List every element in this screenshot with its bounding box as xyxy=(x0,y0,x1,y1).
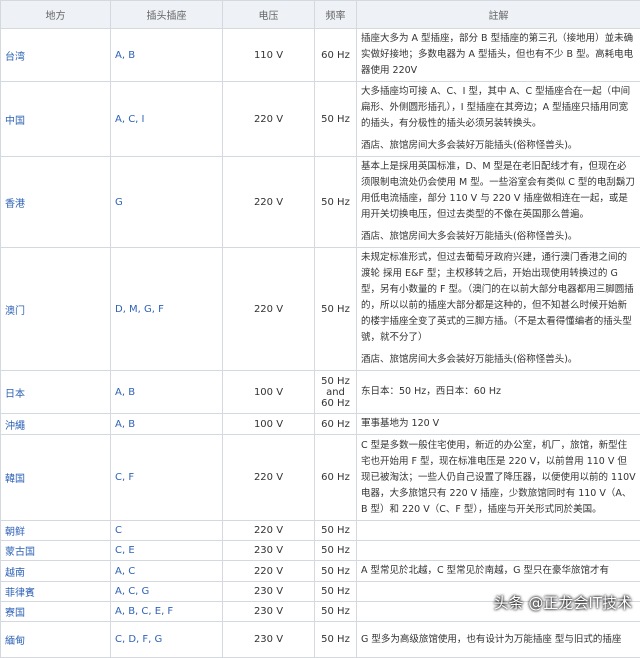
cell-voltage: 230 V xyxy=(223,541,315,561)
cell-plugs: A, B xyxy=(111,414,223,435)
cell-frequency: 50 Hz xyxy=(315,582,357,602)
cell-notes xyxy=(357,521,640,541)
cell-notes: 基本上是採用英国标准，D、M 型是在老旧配线才有，但现在必须限制电流处仍会使用 … xyxy=(357,157,640,248)
note-paragraph: 大多插座均可接 A、C、I 型，其中 A、C 型插座合在一起（中间扁形、外侧圆形… xyxy=(361,84,636,132)
cell-frequency: 50 Hz xyxy=(315,521,357,541)
header-plugs: 插头插座 xyxy=(111,1,223,29)
table-row: 沖繩A, B100 V60 Hz軍事基地为 120 V xyxy=(1,414,640,435)
table-row: 香港G220 V50 Hz基本上是採用英国标准，D、M 型是在老旧配线才有，但现… xyxy=(1,157,640,248)
table-row: 蒙古国C, E230 V50 Hz xyxy=(1,541,640,561)
cell-frequency: 50 Hz xyxy=(315,622,357,658)
note-paragraph: G 型多为高级旅馆使用，也有设计为万能插座 型与旧式的插座 xyxy=(361,632,636,648)
note-paragraph: 酒店、旅馆房间大多会装好万能插头(俗称怪兽头)。 xyxy=(361,138,636,154)
table-row: 朝鲜C220 V50 Hz xyxy=(1,521,640,541)
cell-voltage: 230 V xyxy=(223,582,315,602)
cell-voltage: 110 V xyxy=(223,29,315,82)
watermark: 头条 @正龙会IT技术 xyxy=(494,592,632,613)
note-paragraph: 基本上是採用英国标准，D、M 型是在老旧配线才有，但现在必须限制电流处仍会使用 … xyxy=(361,159,636,223)
cell-voltage: 220 V xyxy=(223,248,315,371)
note-paragraph: 插座大多为 A 型插座，部分 B 型插座的第三孔（接地用）並未确实做好接地；多数… xyxy=(361,31,636,79)
cell-plugs: A, C, G xyxy=(111,582,223,602)
table-row: 韓国C, F220 V60 HzC 型是多数一般住宅使用，新近的办公室，机厂，旅… xyxy=(1,435,640,521)
cell-place: 台湾 xyxy=(1,29,111,82)
cell-frequency: 50 Hz xyxy=(315,602,357,622)
cell-notes: 軍事基地为 120 V xyxy=(357,414,640,435)
cell-place: 越南 xyxy=(1,561,111,582)
cell-notes: 插座大多为 A 型插座，部分 B 型插座的第三孔（接地用）並未确实做好接地；多数… xyxy=(357,29,640,82)
cell-place: 韓国 xyxy=(1,435,111,521)
cell-voltage: 220 V xyxy=(223,435,315,521)
cell-place: 日本 xyxy=(1,371,111,414)
cell-plugs: A, B, C, E, F xyxy=(111,602,223,622)
plug-table: 地方 插头插座 电压 频率 註解 台湾A, B110 V60 Hz插座大多为 A… xyxy=(0,0,640,658)
header-place: 地方 xyxy=(1,1,111,29)
cell-plugs: A, B xyxy=(111,29,223,82)
note-paragraph: 未规定标准形式，但过去葡萄牙政府兴建，通行澳门香港之间的渡轮 採用 E&F 型；… xyxy=(361,250,636,346)
note-paragraph: C 型是多数一般住宅使用，新近的办公室，机厂，旅馆，新型住宅也开始用 F 型，现… xyxy=(361,438,636,518)
cell-voltage: 230 V xyxy=(223,622,315,658)
header-frequency: 频率 xyxy=(315,1,357,29)
cell-place: 朝鲜 xyxy=(1,521,111,541)
cell-voltage: 220 V xyxy=(223,521,315,541)
cell-plugs: C, E xyxy=(111,541,223,561)
cell-plugs: G xyxy=(111,157,223,248)
table-row: 緬甸C, D, F, G230 V50 HzG 型多为高级旅馆使用，也有设计为万… xyxy=(1,622,640,658)
cell-frequency: 50 Hz xyxy=(315,82,357,157)
cell-plugs: A, C xyxy=(111,561,223,582)
table-header-row: 地方 插头插座 电压 频率 註解 xyxy=(1,1,640,29)
cell-voltage: 100 V xyxy=(223,414,315,435)
cell-frequency: 50 Hz xyxy=(315,561,357,582)
header-notes: 註解 xyxy=(357,1,640,29)
table-body: 台湾A, B110 V60 Hz插座大多为 A 型插座，部分 B 型插座的第三孔… xyxy=(1,29,640,658)
cell-frequency: 50 Hz xyxy=(315,157,357,248)
cell-place: 寮国 xyxy=(1,602,111,622)
cell-plugs: C, F xyxy=(111,435,223,521)
cell-voltage: 230 V xyxy=(223,602,315,622)
cell-plugs: A, B xyxy=(111,371,223,414)
cell-voltage: 220 V xyxy=(223,157,315,248)
note-paragraph: A 型常见於北越，C 型常见於南越，G 型只在豪华旅馆才有 xyxy=(361,563,636,579)
cell-plugs: C, D, F, G xyxy=(111,622,223,658)
cell-voltage: 100 V xyxy=(223,371,315,414)
cell-plugs: A, C, I xyxy=(111,82,223,157)
cell-notes xyxy=(357,541,640,561)
cell-notes: 未规定标准形式，但过去葡萄牙政府兴建，通行澳门香港之间的渡轮 採用 E&F 型；… xyxy=(357,248,640,371)
cell-frequency: 50 Hz xyxy=(315,541,357,561)
table-row: 中国A, C, I220 V50 Hz大多插座均可接 A、C、I 型，其中 A、… xyxy=(1,82,640,157)
cell-place: 菲律賓 xyxy=(1,582,111,602)
cell-plugs: C xyxy=(111,521,223,541)
cell-frequency: 50 Hz and 60 Hz xyxy=(315,371,357,414)
cell-frequency: 60 Hz xyxy=(315,414,357,435)
note-paragraph: 酒店、旅馆房间大多会装好万能插头(俗称怪兽头)。 xyxy=(361,229,636,245)
table-row: 台湾A, B110 V60 Hz插座大多为 A 型插座，部分 B 型插座的第三孔… xyxy=(1,29,640,82)
cell-place: 中国 xyxy=(1,82,111,157)
cell-plugs: D, M, G, F xyxy=(111,248,223,371)
cell-notes: G 型多为高级旅馆使用，也有设计为万能插座 型与旧式的插座 xyxy=(357,622,640,658)
cell-notes: C 型是多数一般住宅使用，新近的办公室，机厂，旅馆，新型住宅也开始用 F 型，现… xyxy=(357,435,640,521)
note-paragraph: 軍事基地为 120 V xyxy=(361,416,636,432)
table-row: 越南A, C220 V50 HzA 型常见於北越，C 型常见於南越，G 型只在豪… xyxy=(1,561,640,582)
cell-place: 沖繩 xyxy=(1,414,111,435)
cell-notes: A 型常见於北越，C 型常见於南越，G 型只在豪华旅馆才有 xyxy=(357,561,640,582)
cell-frequency: 50 Hz xyxy=(315,248,357,371)
cell-voltage: 220 V xyxy=(223,82,315,157)
table-row: 日本A, B100 V50 Hz and 60 Hz东日本：50 Hz，西日本：… xyxy=(1,371,640,414)
cell-notes: 大多插座均可接 A、C、I 型，其中 A、C 型插座合在一起（中间扁形、外侧圆形… xyxy=(357,82,640,157)
cell-place: 澳门 xyxy=(1,248,111,371)
cell-voltage: 220 V xyxy=(223,561,315,582)
table-row: 澳门D, M, G, F220 V50 Hz未规定标准形式，但过去葡萄牙政府兴建… xyxy=(1,248,640,371)
cell-frequency: 60 Hz xyxy=(315,29,357,82)
cell-place: 緬甸 xyxy=(1,622,111,658)
header-voltage: 电压 xyxy=(223,1,315,29)
cell-place: 蒙古国 xyxy=(1,541,111,561)
note-paragraph: 东日本：50 Hz，西日本：60 Hz xyxy=(361,384,636,400)
cell-notes: 东日本：50 Hz，西日本：60 Hz xyxy=(357,371,640,414)
cell-place: 香港 xyxy=(1,157,111,248)
cell-frequency: 60 Hz xyxy=(315,435,357,521)
note-paragraph: 酒店、旅馆房间大多会装好万能插头(俗称怪兽头)。 xyxy=(361,352,636,368)
